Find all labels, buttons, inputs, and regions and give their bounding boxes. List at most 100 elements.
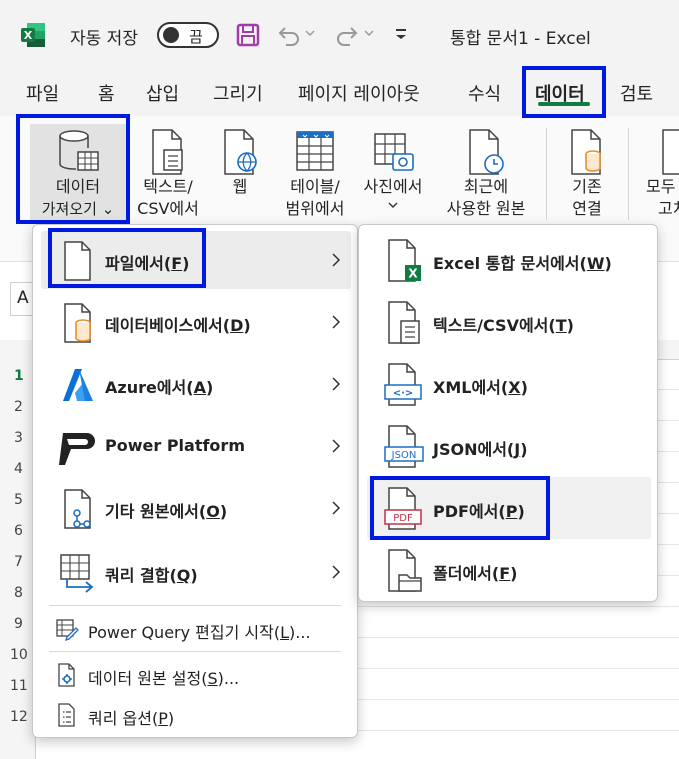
label-text: 파일에서( <box>105 254 172 273</box>
tab-review[interactable]: 검토 <box>620 80 653 106</box>
autosave-toggle[interactable]: 끔 <box>157 22 219 48</box>
access-key: P <box>158 709 168 728</box>
label-text: 기타 원본에서( <box>105 502 207 521</box>
label-text: Azure에서( <box>105 378 194 397</box>
from-text-csv-button[interactable]: 텍스트/ CSV에서 <box>132 124 204 220</box>
chevron-down-icon[interactable] <box>305 28 315 38</box>
label-text: ) <box>182 254 190 273</box>
from-web-button[interactable]: 웹 <box>212 124 268 198</box>
row-number[interactable]: 1 <box>14 368 24 384</box>
picture-icon <box>374 133 414 171</box>
row-number[interactable]: 5 <box>14 492 23 508</box>
menu-item-from-folder[interactable]: 폴더에서(F) <box>367 539 651 601</box>
tab-formulas[interactable]: 수식 <box>468 80 501 106</box>
from-table-range-button[interactable]: 테이블/ 범위에서 <box>278 124 352 220</box>
text-csv-icon <box>388 301 420 344</box>
label-text: )... <box>289 623 311 642</box>
menu-item-other-sources[interactable]: 기타 원본에서(O) <box>41 479 351 537</box>
excel-logo-icon[interactable]: X <box>20 22 46 48</box>
other-sources-icon <box>64 489 91 529</box>
menu-item-label: Power Platform <box>105 436 245 455</box>
menu-item-from-azure[interactable]: Azure에서(A) <box>41 355 351 413</box>
tab-insert[interactable]: 삽입 <box>146 80 179 106</box>
menu-item-from-xml[interactable]: <·> XML에서(X) <box>367 353 651 415</box>
row-number[interactable]: 7 <box>14 554 23 570</box>
tab-draw[interactable]: 그리기 <box>213 80 263 106</box>
row-number[interactable]: 3 <box>14 430 23 446</box>
autosave-state: 끔 <box>189 28 203 46</box>
label-text: XML에서( <box>433 378 509 397</box>
chevron-down-icon[interactable] <box>364 28 374 38</box>
menu-item-from-pdf[interactable]: PDF PDF에서(P) <box>367 477 651 539</box>
recent-sources-icon <box>469 129 504 175</box>
row-number[interactable]: 10 <box>10 647 28 663</box>
chevron-right-icon <box>332 439 341 453</box>
refresh-all-label-1: 모두 <box>646 177 676 196</box>
label-text: Power Query 편집기 시작( <box>88 623 281 642</box>
label-text: )... <box>217 669 240 688</box>
row-number[interactable]: 6 <box>14 523 23 539</box>
label-text: ) <box>517 502 525 521</box>
existing-conn-label-1: 기존 <box>572 177 602 196</box>
row-number[interactable]: 12 <box>10 709 28 725</box>
menu-item-query-options[interactable]: 쿼리 옵션(P) <box>41 695 351 735</box>
tab-home[interactable]: 홈 <box>98 80 115 106</box>
tab-file[interactable]: 파일 <box>26 80 59 106</box>
save-icon[interactable] <box>236 23 260 47</box>
pdf-glyph: PDF <box>393 513 413 524</box>
menu-item-from-excel-workbook[interactable]: X Excel 통합 문서에서(W) <box>367 229 651 291</box>
menu-item-data-source-settings[interactable]: 데이터 원본 설정(S)... <box>41 655 351 695</box>
tab-page-layout[interactable]: 페이지 레이아웃 <box>298 80 420 106</box>
query-options-icon <box>58 703 75 727</box>
data-source-settings-icon <box>58 663 75 687</box>
from-picture-button[interactable]: 사진에서 <box>356 124 430 210</box>
access-key: F <box>499 564 511 583</box>
row-number[interactable]: 9 <box>14 616 23 632</box>
access-key: D <box>230 316 244 335</box>
label-text: ) <box>510 564 518 583</box>
menu-item-from-text-csv[interactable]: 텍스트/CSV에서(T) <box>367 291 651 353</box>
chevron-right-icon <box>332 377 341 391</box>
label-text: ) <box>167 709 175 728</box>
menu-item-launch-power-query-editor[interactable]: Power Query 편집기 시작(L)... <box>41 609 351 649</box>
label-text: Excel 통합 문서에서( <box>433 254 587 273</box>
row-number[interactable]: 2 <box>14 399 23 415</box>
menu-item-from-file[interactable]: 파일에서(F) <box>41 231 351 289</box>
database-icon <box>64 303 91 343</box>
customize-toolbar-icon[interactable] <box>394 26 408 42</box>
toggle-knob <box>163 27 179 43</box>
power-platform-icon <box>59 433 95 465</box>
menu-item-from-database[interactable]: 데이터베이스에서(D) <box>41 293 351 351</box>
chevron-right-icon <box>332 565 341 579</box>
existing-connections-button[interactable]: 기존 연결 <box>556 124 618 220</box>
xml-glyph: <·> <box>393 388 414 399</box>
menu-item-label: 기타 원본에서(O) <box>105 498 227 522</box>
xml-icon: <·> <box>384 363 422 406</box>
label-text: ) <box>520 378 528 397</box>
menu-item-combine-queries[interactable]: 쿼리 결합(Q) <box>41 543 351 601</box>
label-text: ) <box>604 254 612 273</box>
row-number[interactable]: 4 <box>14 461 23 477</box>
ribbon-separator <box>628 128 629 220</box>
access-key: Q <box>176 566 191 585</box>
json-icon: JSON <box>384 425 424 468</box>
undo-icon[interactable] <box>276 24 302 46</box>
row-number[interactable]: 11 <box>10 678 28 694</box>
label-text: ) <box>520 440 528 459</box>
menu-item-label: Power Query 편집기 시작(L)... <box>88 619 311 643</box>
recent-sources-button[interactable]: 최근에 사용한 원본 <box>434 124 538 220</box>
refresh-all-button[interactable]: 모두 고치 <box>640 124 679 220</box>
row-number[interactable]: 8 <box>14 585 23 601</box>
menu-item-from-json[interactable]: JSON JSON에서(J) <box>367 415 651 477</box>
excel-workbook-icon: X <box>388 239 421 282</box>
excel-x-glyph: X <box>408 267 418 281</box>
document-title: 통합 문서1 - Excel <box>450 29 591 49</box>
power-query-editor-icon <box>56 619 79 641</box>
recent-sources-label-1: 최근에 <box>463 177 509 196</box>
menu-item-power-platform[interactable]: Power Platform <box>41 417 351 475</box>
get-data-button[interactable]: 데이터 가져오기 ⌄ <box>30 124 126 220</box>
redo-icon[interactable] <box>334 24 360 46</box>
label-text: JSON에서( <box>433 440 515 459</box>
menu-separator <box>49 651 341 652</box>
menu-item-label: 데이터 원본 설정(S)... <box>88 665 239 689</box>
